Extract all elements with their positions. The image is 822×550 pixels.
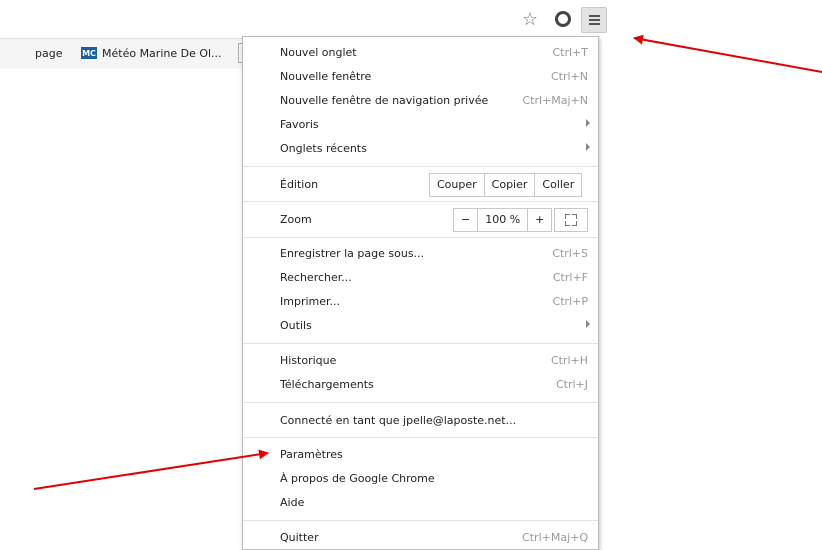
fullscreen-icon[interactable] <box>554 208 588 232</box>
bookmarks-bar: page MC Météo Marine De Ol... <box>0 38 250 69</box>
menu-item-find[interactable]: Rechercher... Ctrl+F <box>243 268 598 288</box>
menu-divider <box>243 520 598 521</box>
menu-item-save-page[interactable]: Enregistrer la page sous... Ctrl+S <box>243 244 598 264</box>
edit-button-group: Couper Copier Coller <box>429 173 583 197</box>
menu-item-about[interactable]: À propos de Google Chrome <box>243 469 598 489</box>
meteo-favicon-icon: MC <box>81 47 97 59</box>
menu-item-label: À propos de Google Chrome <box>280 472 435 485</box>
menu-row-edit: Édition Couper Copier Coller <box>243 173 598 197</box>
menu-item-shortcut: Ctrl+F <box>552 271 588 284</box>
submenu-arrow-icon <box>586 119 590 127</box>
menu-item-label: Outils <box>280 319 312 332</box>
menu-item-label: Quitter <box>280 531 319 544</box>
menu-item-new-window[interactable]: Nouvelle fenêtre Ctrl+N <box>243 67 598 87</box>
menu-row-zoom: Zoom − 100 % + <box>243 208 598 232</box>
menu-item-recent-tabs[interactable]: Onglets récents <box>243 139 598 159</box>
menu-item-new-tab[interactable]: Nouvel onglet Ctrl+T <box>243 43 598 63</box>
zoom-controls: − 100 % + <box>453 208 553 232</box>
menu-divider <box>243 237 598 238</box>
menu-item-label: Nouvelle fenêtre <box>280 70 372 83</box>
menu-item-label: Historique <box>280 354 337 367</box>
menu-divider <box>243 201 598 202</box>
menu-item-help[interactable]: Aide <box>243 493 598 513</box>
menu-item-label: Édition <box>280 178 319 191</box>
menu-item-bookmarks[interactable]: Favoris <box>243 115 598 135</box>
submenu-arrow-icon <box>586 143 590 151</box>
chrome-main-menu: Nouvel onglet Ctrl+T Nouvelle fenêtre Ct… <box>242 36 599 550</box>
menu-item-private-window[interactable]: Nouvelle fenêtre de navigation privée Ct… <box>243 91 598 111</box>
menu-divider <box>243 402 598 403</box>
menu-item-signed-in[interactable]: Connecté en tant que jpelle@laposte.net.… <box>243 411 598 431</box>
menu-item-label: Aide <box>280 496 305 509</box>
opera-icon[interactable] <box>552 8 574 30</box>
menu-item-label: Connecté en tant que jpelle@laposte.net.… <box>280 414 517 427</box>
menu-divider <box>243 437 598 438</box>
menu-item-shortcut: Ctrl+N <box>550 70 588 83</box>
menu-item-label: Imprimer... <box>280 295 341 308</box>
menu-item-shortcut: Ctrl+S <box>552 247 588 260</box>
arrow-to-settings <box>33 449 269 490</box>
star-icon[interactable]: ☆ <box>519 8 541 30</box>
menu-item-label: Favoris <box>280 118 319 131</box>
menu-item-tools[interactable]: Outils <box>243 316 598 336</box>
bookmark-meteo-marine[interactable]: Météo Marine De Ol... <box>102 47 222 60</box>
menu-divider <box>243 343 598 344</box>
menu-item-label: Onglets récents <box>280 142 367 155</box>
menu-item-shortcut: Ctrl+H <box>550 354 588 367</box>
menu-item-shortcut: Ctrl+P <box>552 295 588 308</box>
menu-item-label: Enregistrer la page sous... <box>280 247 425 260</box>
paste-button[interactable]: Coller <box>535 174 581 196</box>
cut-button[interactable]: Couper <box>430 174 485 196</box>
menu-divider <box>243 166 598 167</box>
menu-item-shortcut: Ctrl+T <box>552 46 588 59</box>
menu-item-shortcut: Ctrl+Maj+Q <box>522 531 588 544</box>
menu-item-quit[interactable]: Quitter Ctrl+Maj+Q <box>243 528 598 548</box>
submenu-arrow-icon <box>586 320 590 328</box>
arrow-to-menu-icon <box>633 34 822 73</box>
menu-icon[interactable] <box>581 7 607 33</box>
zoom-level: 100 % <box>478 209 529 231</box>
zoom-in-button[interactable]: + <box>528 209 551 231</box>
copy-button[interactable]: Copier <box>485 174 536 196</box>
menu-item-label: Paramètres <box>280 448 343 461</box>
menu-item-shortcut: Ctrl+J <box>555 378 588 391</box>
menu-item-shortcut: Ctrl+Maj+N <box>522 94 588 107</box>
menu-item-label: Zoom <box>280 213 312 226</box>
menu-item-label: Rechercher... <box>280 271 352 284</box>
menu-item-label: Nouvelle fenêtre de navigation privée <box>280 94 489 107</box>
menu-item-history[interactable]: Historique Ctrl+H <box>243 351 598 371</box>
menu-item-label: Nouvel onglet <box>280 46 357 59</box>
menu-item-label: Téléchargements <box>280 378 374 391</box>
bookmark-page[interactable]: page <box>35 47 62 60</box>
menu-item-print[interactable]: Imprimer... Ctrl+P <box>243 292 598 312</box>
browser-toolbar: ☆ <box>0 0 640 36</box>
menu-item-downloads[interactable]: Téléchargements Ctrl+J <box>243 375 598 395</box>
menu-item-settings[interactable]: Paramètres <box>243 445 598 465</box>
zoom-out-button[interactable]: − <box>454 209 479 231</box>
